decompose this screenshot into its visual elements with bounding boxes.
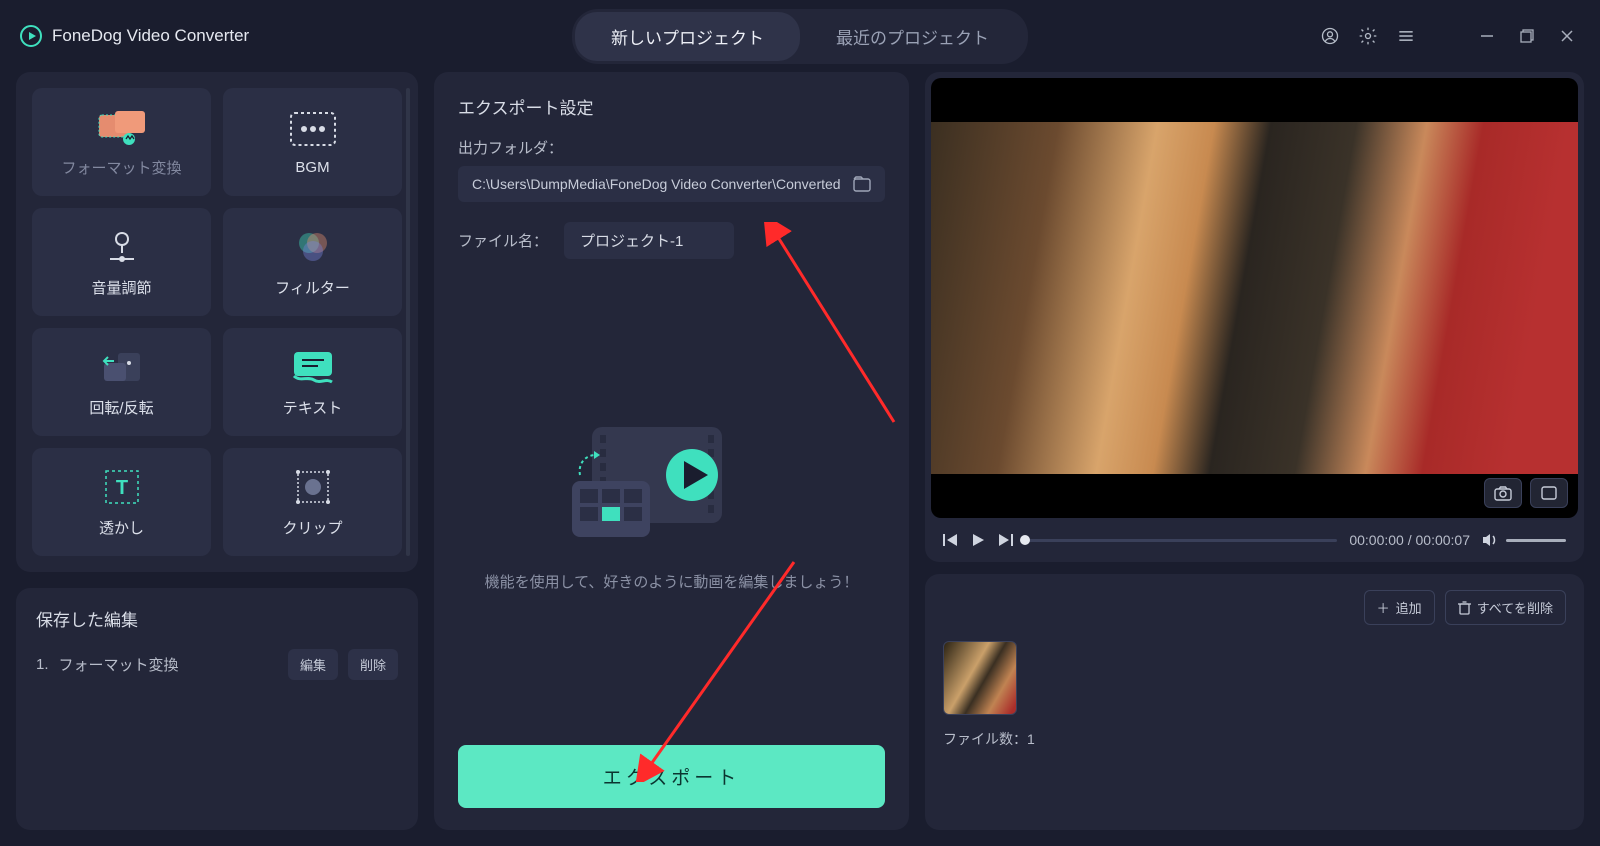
saved-edit-index: 1. [36, 656, 49, 673]
tool-label: フォーマット変換 [61, 157, 181, 178]
trash-icon [1458, 601, 1471, 615]
minimize-button[interactable] [1474, 23, 1500, 49]
volume-slider[interactable] [1506, 539, 1566, 542]
tool-rotate[interactable]: 回転/反転 [32, 328, 211, 436]
tool-label: フィルター [275, 277, 350, 298]
rotate-icon [100, 347, 144, 387]
filmstrip-icon [290, 109, 336, 149]
titlebar: FoneDog Video Converter 新しいプロジェクト 最近のプロジ… [0, 0, 1600, 72]
volume-control [1482, 533, 1566, 547]
file-count-value: 1 [1027, 731, 1035, 747]
project-tabs: 新しいプロジェクト 最近のプロジェクト [572, 9, 1028, 64]
tool-label: BGM [295, 159, 329, 176]
volume-icon [102, 227, 142, 267]
watermark-icon: T [103, 467, 141, 507]
file-count: ファイル数：1 [943, 729, 1566, 749]
saved-edit-edit-button[interactable]: 編集 [288, 649, 338, 680]
add-file-label: 追加 [1396, 598, 1422, 617]
clip-icon [294, 467, 332, 507]
time-total: 00:00:07 [1416, 532, 1471, 548]
saved-edit-name: フォーマット変換 [59, 654, 278, 675]
prev-button[interactable] [943, 533, 959, 547]
filename-input[interactable] [564, 222, 734, 259]
file-count-label: ファイル数： [943, 731, 1027, 747]
time-current: 00:00:00 [1349, 532, 1404, 548]
progress-bar[interactable] [1025, 539, 1337, 542]
volume-icon[interactable] [1482, 533, 1498, 547]
gear-icon[interactable] [1356, 24, 1380, 48]
folder-browse-icon[interactable] [853, 176, 871, 192]
player-controls: 00:00:00 / 00:00:07 [931, 518, 1578, 556]
right-column: 00:00:00 / 00:00:07 ＋ 追加 [925, 72, 1584, 830]
menu-icon[interactable] [1394, 24, 1418, 48]
output-folder-value: C:\Users\DumpMedia\FoneDog Video Convert… [472, 176, 843, 192]
tool-volume[interactable]: 音量調節 [32, 208, 211, 316]
filename-label: ファイル名： [458, 230, 548, 251]
account-icon[interactable] [1318, 24, 1342, 48]
video-placeholder-icon [562, 409, 782, 549]
time-sep: / [1404, 532, 1416, 548]
thumbnail-row [943, 641, 1566, 715]
files-panel: ＋ 追加 すべてを削除 ファイル数：1 [925, 574, 1584, 830]
tools-panel: フォーマット変換 BGM 音量調節 [16, 72, 418, 572]
tool-label: クリップ [282, 517, 342, 538]
output-folder-label: 出力フォルダ： [458, 137, 885, 158]
fullscreen-button[interactable] [1530, 478, 1568, 508]
logo-area: FoneDog Video Converter [20, 25, 249, 47]
delete-all-label: すべてを削除 [1477, 598, 1553, 617]
time-display: 00:00:00 / 00:00:07 [1349, 532, 1470, 548]
play-logo-icon [20, 25, 42, 47]
tool-bgm[interactable]: BGM [223, 88, 402, 196]
tool-label: 音量調節 [91, 277, 151, 298]
screenshot-button[interactable] [1484, 478, 1522, 508]
export-panel: エクスポート設定 出力フォルダ： C:\Users\DumpMedia\Fone… [434, 72, 909, 830]
file-thumbnail[interactable] [943, 641, 1017, 715]
plus-icon: ＋ [1377, 598, 1390, 617]
output-folder-field[interactable]: C:\Users\DumpMedia\FoneDog Video Convert… [458, 166, 885, 202]
add-file-button[interactable]: ＋ 追加 [1364, 590, 1435, 625]
close-button[interactable] [1554, 23, 1580, 49]
tool-label: 透かし [99, 517, 144, 538]
video-frame-image [931, 122, 1578, 474]
next-button[interactable] [997, 533, 1013, 547]
play-button[interactable] [971, 533, 985, 547]
video-preview[interactable] [931, 78, 1578, 518]
preview-panel: 00:00:00 / 00:00:07 [925, 72, 1584, 562]
tool-label: テキスト [283, 397, 343, 418]
sidebar: フォーマット変換 BGM 音量調節 [16, 72, 418, 830]
help-text: 機能を使用して、好きのように動画を編集しましょう！ [485, 571, 859, 595]
saved-edit-delete-button[interactable]: 削除 [348, 649, 398, 680]
text-icon [292, 347, 334, 387]
convert-icon [97, 107, 147, 147]
tab-new-project[interactable]: 新しいプロジェクト [575, 12, 800, 61]
tab-recent-project[interactable]: 最近のプロジェクト [800, 12, 1025, 61]
export-button[interactable]: エクスポート [458, 745, 885, 808]
tool-label: 回転/反転 [89, 397, 153, 418]
svg-text:T: T [115, 477, 127, 499]
tool-text[interactable]: テキスト [223, 328, 402, 436]
delete-all-button[interactable]: すべてを削除 [1445, 590, 1566, 625]
window-controls [1318, 23, 1580, 49]
maximize-button[interactable] [1514, 23, 1540, 49]
tool-filter[interactable]: フィルター [223, 208, 402, 316]
tools-scrollbar[interactable] [406, 88, 410, 556]
tool-watermark[interactable]: T 透かし [32, 448, 211, 556]
saved-edits-panel: 保存した編集 1. フォーマット変換 編集 削除 [16, 588, 418, 830]
app-name: FoneDog Video Converter [52, 26, 249, 46]
tool-clip[interactable]: クリップ [223, 448, 402, 556]
progress-knob[interactable] [1020, 535, 1030, 545]
tool-format-convert[interactable]: フォーマット変換 [32, 88, 211, 196]
export-section-title: エクスポート設定 [458, 94, 885, 119]
center-illustration: 機能を使用して、好きのように動画を編集しましょう！ [458, 279, 885, 725]
filter-icon [293, 227, 333, 267]
saved-edit-row: 1. フォーマット変換 編集 削除 [36, 649, 398, 680]
saved-edits-title: 保存した編集 [36, 606, 398, 631]
